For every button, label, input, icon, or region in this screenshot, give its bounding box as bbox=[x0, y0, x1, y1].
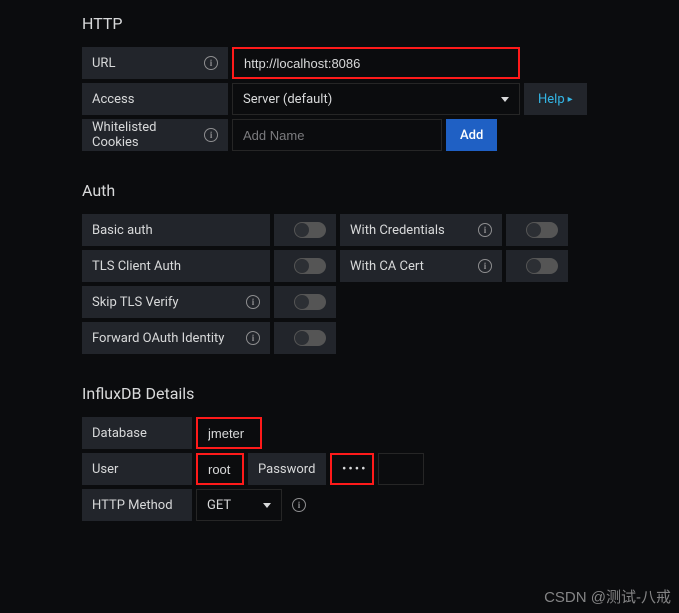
basic-auth-toggle-cell bbox=[274, 214, 336, 246]
with-credentials-label: With Credentials bbox=[350, 223, 445, 238]
info-icon[interactable]: i bbox=[292, 498, 306, 512]
database-label: Database bbox=[92, 426, 147, 441]
method-label: HTTP Method bbox=[92, 498, 173, 513]
method-info-wrapper: i bbox=[286, 489, 312, 521]
skip-tls-label: Skip TLS Verify bbox=[92, 295, 179, 310]
forward-oauth-toggle-cell bbox=[274, 322, 336, 354]
url-label-cell: URL i bbox=[82, 47, 228, 79]
forward-oauth-toggle[interactable] bbox=[294, 330, 326, 346]
cookies-input[interactable] bbox=[232, 119, 442, 151]
tls-client-label-cell: TLS Client Auth bbox=[82, 250, 270, 282]
url-input[interactable] bbox=[232, 47, 520, 79]
with-ca-toggle-cell bbox=[506, 250, 568, 282]
add-button[interactable]: Add bbox=[446, 119, 497, 151]
chevron-right-icon: ▸ bbox=[568, 94, 573, 105]
access-value: Server (default) bbox=[243, 92, 332, 107]
skip-tls-toggle-cell bbox=[274, 286, 336, 318]
info-icon[interactable]: i bbox=[478, 223, 492, 237]
basic-auth-label-cell: Basic auth bbox=[82, 214, 270, 246]
database-label-cell: Database bbox=[82, 417, 192, 449]
forward-oauth-label: Forward OAuth Identity bbox=[92, 331, 224, 346]
with-ca-label: With CA Cert bbox=[350, 259, 424, 274]
tls-client-toggle[interactable] bbox=[294, 258, 326, 274]
cookies-label-cell: Whitelisted Cookies i bbox=[82, 119, 228, 151]
tls-client-label: TLS Client Auth bbox=[92, 259, 181, 274]
method-label-cell: HTTP Method bbox=[82, 489, 192, 521]
user-label-cell: User bbox=[82, 453, 192, 485]
help-label: Help bbox=[538, 92, 565, 107]
auth-section-title: Auth bbox=[82, 181, 619, 200]
chevron-down-icon bbox=[501, 97, 509, 102]
info-icon[interactable]: i bbox=[204, 56, 218, 70]
user-input[interactable] bbox=[196, 453, 244, 485]
password-input-wrapper: •••• bbox=[330, 453, 374, 485]
info-icon[interactable]: i bbox=[246, 331, 260, 345]
info-icon[interactable]: i bbox=[204, 128, 218, 142]
skip-tls-label-cell: Skip TLS Verify i bbox=[82, 286, 270, 318]
basic-auth-toggle[interactable] bbox=[294, 222, 326, 238]
with-credentials-toggle-cell bbox=[506, 214, 568, 246]
tls-client-toggle-cell bbox=[274, 250, 336, 282]
method-select[interactable]: GET bbox=[196, 489, 282, 521]
info-icon[interactable]: i bbox=[246, 295, 260, 309]
password-input-extra[interactable] bbox=[378, 453, 424, 485]
with-ca-label-cell: With CA Cert i bbox=[340, 250, 502, 282]
password-label: Password bbox=[258, 462, 315, 477]
url-label: URL bbox=[92, 56, 115, 71]
influx-section: InfluxDB Details Database User Password … bbox=[82, 384, 619, 521]
password-label-cell: Password bbox=[248, 453, 326, 485]
info-icon[interactable]: i bbox=[478, 259, 492, 273]
influx-section-title: InfluxDB Details bbox=[82, 384, 619, 403]
http-section: HTTP URL i Access Server (default) Help … bbox=[82, 14, 619, 151]
http-section-title: HTTP bbox=[82, 14, 619, 33]
skip-tls-toggle[interactable] bbox=[294, 294, 326, 310]
access-label-cell: Access bbox=[82, 83, 228, 115]
cookies-label: Whitelisted Cookies bbox=[92, 120, 204, 150]
access-label: Access bbox=[92, 92, 134, 107]
with-credentials-toggle[interactable] bbox=[526, 222, 558, 238]
help-button[interactable]: Help ▸ bbox=[524, 83, 587, 115]
basic-auth-label: Basic auth bbox=[92, 223, 153, 238]
password-input[interactable]: •••• bbox=[342, 462, 368, 477]
watermark: CSDN @测试-八戒 bbox=[544, 586, 671, 607]
database-input[interactable] bbox=[196, 417, 262, 449]
method-value: GET bbox=[207, 498, 231, 513]
user-label: User bbox=[92, 462, 118, 477]
access-select[interactable]: Server (default) bbox=[232, 83, 520, 115]
forward-oauth-label-cell: Forward OAuth Identity i bbox=[82, 322, 270, 354]
chevron-down-icon bbox=[263, 503, 271, 508]
add-label: Add bbox=[460, 128, 483, 143]
with-ca-toggle[interactable] bbox=[526, 258, 558, 274]
with-credentials-label-cell: With Credentials i bbox=[340, 214, 502, 246]
auth-section: Auth Basic auth With Credentials i bbox=[82, 181, 619, 354]
